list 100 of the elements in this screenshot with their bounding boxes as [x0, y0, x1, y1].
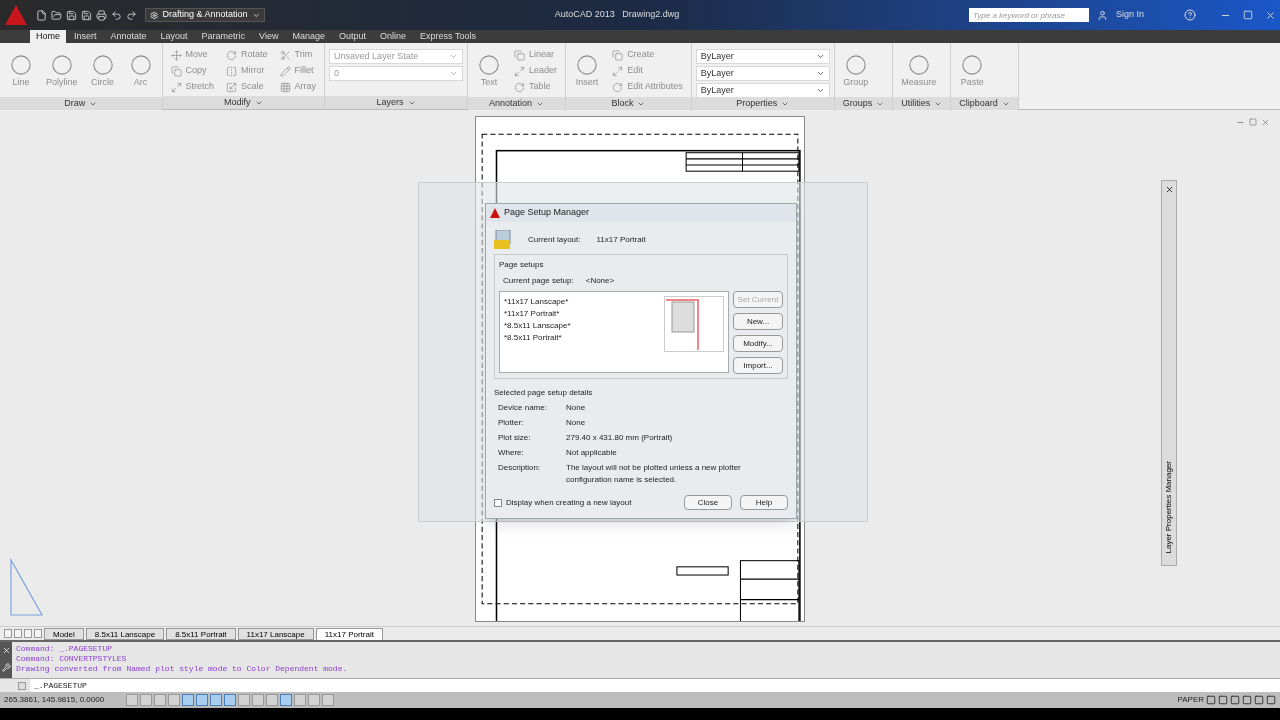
ribbon-tab[interactable]: Manage — [286, 30, 331, 43]
panel-title[interactable]: Utilities — [893, 97, 951, 110]
toolbar-icon[interactable] — [111, 9, 122, 21]
detail-label: Description: — [498, 462, 542, 474]
detail-value: None — [566, 402, 587, 414]
command-history-line: Command: _.PAGESETUP — [16, 644, 113, 654]
toolbar-icon[interactable] — [36, 9, 47, 21]
ribbon-tab[interactable]: Annotate — [104, 30, 153, 43]
detail-label: Plotter: — [498, 417, 525, 429]
sheet-tab[interactable]: Model — [44, 627, 84, 640]
wrench-icon[interactable] — [1, 663, 11, 672]
gear-icon — [150, 10, 159, 20]
help-icon[interactable] — [1184, 9, 1196, 21]
command-line-field[interactable]: _.PAGESETUP — [30, 679, 1280, 692]
status-toggle-button[interactable] — [322, 694, 334, 706]
ribbon-tab[interactable]: Express Tools — [414, 30, 482, 43]
panel-title[interactable]: Annotation — [468, 97, 566, 110]
ribbon-tab[interactable]: Output — [333, 30, 373, 43]
detail-value: None — [566, 417, 587, 429]
search-field[interactable]: Type a keyword or phrase — [968, 8, 1089, 22]
sheet-tab[interactable]: 11x17 Lanscape — [237, 627, 314, 640]
app-logo-icon[interactable] — [4, 4, 28, 26]
dialog-button[interactable]: Import... — [733, 357, 783, 374]
detail-label: Device name: — [498, 402, 548, 414]
app-logo-icon — [490, 208, 500, 218]
tool-icon — [91, 54, 114, 77]
status-toggle-button[interactable] — [154, 694, 166, 706]
status-toggle-button[interactable] — [210, 694, 222, 706]
status-toggle-button[interactable] — [252, 694, 264, 706]
detail-label: Plot size: — [498, 432, 532, 444]
status-toggle-button[interactable] — [224, 694, 236, 706]
ribbon-tab[interactable]: Home — [30, 30, 66, 43]
ribbon-tab[interactable]: Parametric — [195, 30, 252, 43]
list-item[interactable]: *11x17 Portrait* — [504, 308, 660, 320]
status-toggle-button[interactable] — [294, 694, 306, 706]
status-toggle-button[interactable] — [280, 694, 292, 706]
dialog-button[interactable]: Close — [684, 495, 732, 510]
ribbon-dropdown[interactable]: ByLayer — [695, 49, 830, 64]
panel-title[interactable]: Draw — [0, 97, 162, 110]
tool-icon — [226, 81, 238, 93]
panel-title[interactable]: Clipboard — [951, 97, 1018, 110]
list-item[interactable]: *11x17 Lanscape* — [504, 296, 660, 308]
current-layout-value: 11x17 Portrait — [596, 234, 646, 246]
status-toggle-button[interactable] — [168, 694, 180, 706]
tool-icon — [907, 54, 930, 77]
tool-icon — [10, 54, 32, 77]
toolbar-icon[interactable] — [66, 9, 77, 21]
maximize-icon[interactable] — [1243, 9, 1253, 20]
command-history-line: Drawing converted from Named plot style mode to Color Dependent mode. — [16, 664, 348, 674]
panel-title[interactable]: Block — [566, 97, 691, 110]
checkbox[interactable] — [494, 498, 502, 507]
status-toggle-button[interactable] — [182, 694, 194, 706]
ribbon-tab[interactable]: Online — [374, 30, 413, 43]
status-toggle-button[interactable] — [308, 694, 320, 706]
panel-title[interactable]: Modify — [162, 96, 325, 109]
command-history-line: Command: CONVERTPSTYLES — [16, 654, 128, 664]
detail-label: Where: — [498, 447, 525, 459]
dialog-button[interactable]: New... — [733, 313, 783, 330]
toolbar-icon[interactable] — [126, 9, 137, 21]
space-indicator[interactable]: PAPER — [1177, 694, 1204, 706]
panel-title[interactable]: Groups — [834, 97, 893, 110]
status-toggle-button[interactable] — [196, 694, 208, 706]
ribbon-dropdown[interactable]: ByLayer — [695, 66, 830, 81]
toolbar-icon[interactable] — [96, 9, 107, 21]
tool-icon — [279, 65, 291, 77]
tool-icon — [129, 54, 152, 77]
list-item[interactable]: *8.5x11 Lanscape* — [504, 320, 660, 332]
status-toggle-button[interactable] — [126, 694, 138, 706]
ribbon-tab[interactable]: View — [253, 30, 285, 43]
sheet-tab[interactable]: 8.5x11 Lanscape — [85, 627, 165, 640]
tool-icon — [478, 54, 501, 77]
current-layout-label: Current layout: — [528, 234, 581, 246]
dialog-title: Page Setup Manager — [504, 206, 590, 220]
status-toggle-button[interactable] — [140, 694, 152, 706]
ribbon-tab[interactable]: Insert — [68, 30, 103, 43]
current-setup-value: <None> — [585, 275, 615, 287]
ribbon-tab[interactable]: Layout — [154, 30, 194, 43]
status-toggle-button[interactable] — [266, 694, 278, 706]
close-icon[interactable] — [1, 646, 11, 655]
sheet-tab[interactable]: 11x17 Portrait — [315, 627, 383, 640]
tool-icon — [279, 49, 291, 61]
drawing-file-icon — [494, 230, 512, 250]
dialog-button[interactable]: Modify... — [733, 335, 783, 352]
dialog-button[interactable]: Help — [740, 495, 788, 510]
list-item[interactable]: *8.5x11 Portrait* — [504, 332, 660, 344]
toolbar-icon[interactable] — [81, 9, 92, 21]
tool-icon — [170, 81, 182, 93]
close-icon[interactable] — [1164, 185, 1174, 194]
restore-icon[interactable] — [1249, 118, 1257, 126]
panel-title[interactable]: Properties — [691, 97, 834, 110]
checkbox-label: Display when creating a new layout — [506, 496, 632, 509]
sheet-tab[interactable]: 8.5x11 Portrait — [166, 627, 236, 640]
panel-title[interactable]: Layers — [325, 96, 468, 109]
status-toggle-button[interactable] — [238, 694, 250, 706]
close-icon[interactable] — [1265, 9, 1276, 21]
tool-icon — [961, 54, 984, 77]
toolbar-icon[interactable] — [51, 9, 62, 21]
sign-in-link[interactable]: Sign In — [1115, 8, 1144, 22]
workspace-dropdown[interactable]: Drafting & Annotation — [145, 8, 265, 22]
tool-icon — [612, 49, 624, 61]
